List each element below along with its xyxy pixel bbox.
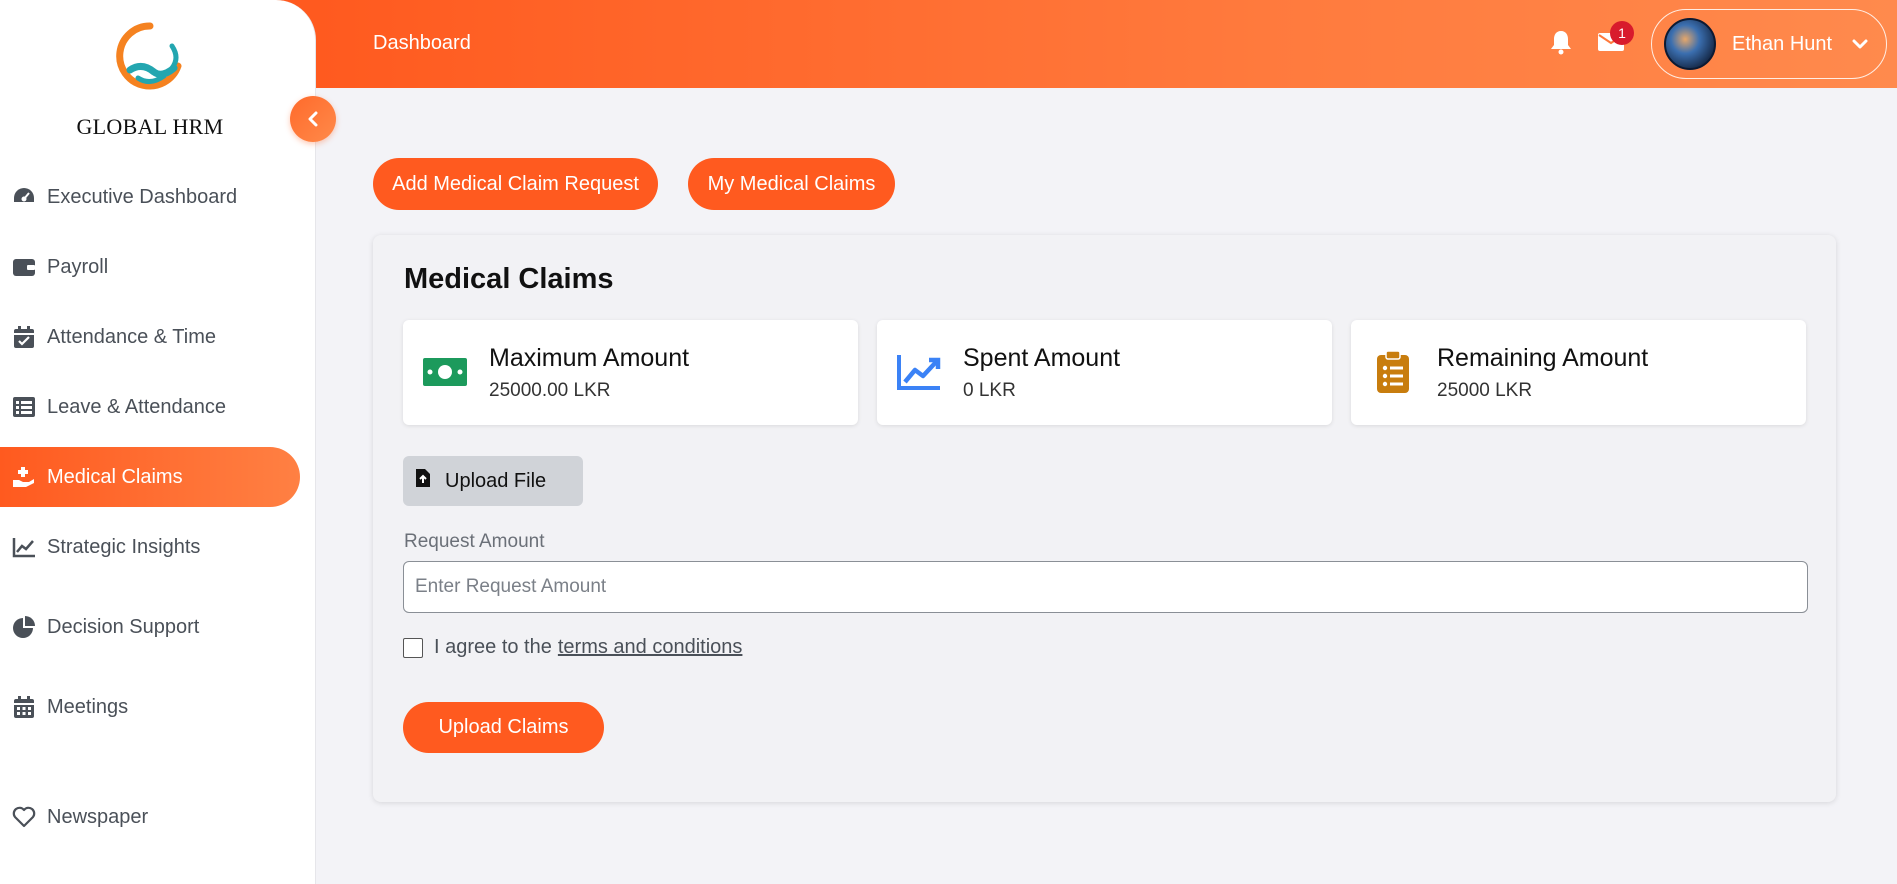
upload-file-label: Upload File	[445, 469, 547, 492]
mail-badge: 1	[1610, 21, 1634, 45]
sidebar-item-label: Leave & Attendance	[47, 395, 227, 418]
chart-line-icon	[12, 535, 36, 559]
heart-icon	[12, 805, 36, 829]
my-medical-claims-button[interactable]: My Medical Claims	[688, 158, 895, 210]
file-upload-icon	[415, 468, 431, 494]
add-medical-claim-button[interactable]: Add Medical Claim Request	[373, 158, 658, 210]
clipboard-list-icon	[1369, 350, 1417, 394]
stat-card-maximum: Maximum Amount 25000.00 LKR	[403, 320, 858, 425]
sidebar-item-executive-dashboard[interactable]: Executive Dashboard	[0, 167, 300, 227]
chart-pie-icon	[12, 615, 36, 639]
sidebar-item-label: Medical Claims	[47, 465, 183, 488]
sidebar-item-medical-claims[interactable]: Medical Claims	[0, 447, 300, 507]
money-bill-icon	[421, 350, 469, 394]
chart-line-icon	[895, 350, 943, 394]
sidebar-item-leave-attendance[interactable]: Leave & Attendance	[0, 377, 300, 437]
sidebar: GLOBAL HRM Executive Dashboard Payroll A…	[0, 0, 316, 884]
sidebar-item-label: Decision Support	[47, 615, 200, 638]
sidebar-item-label: Payroll	[47, 255, 109, 278]
sidebar-item-label: Attendance & Time	[47, 325, 216, 348]
sidebar-item-meetings[interactable]: Meetings	[0, 677, 300, 737]
gauge-icon	[12, 185, 36, 209]
sidebar-item-payroll[interactable]: Payroll	[0, 237, 300, 297]
stat-label: Maximum Amount	[489, 344, 690, 372]
stat-value: 25000 LKR	[1437, 380, 1533, 401]
request-amount-input[interactable]	[403, 561, 1808, 613]
sidebar-item-label: Strategic Insights	[47, 535, 201, 558]
handshake-logo	[116, 22, 182, 90]
top-header: Dashboard 1 Ethan Hunt	[276, 0, 1897, 88]
chevron-left-icon	[308, 111, 318, 127]
user-menu[interactable]: Ethan Hunt	[1651, 9, 1887, 79]
terms-agreement: I agree to the terms and conditions	[403, 636, 742, 659]
avatar	[1664, 18, 1716, 70]
brand: GLOBAL HRM	[0, 18, 300, 140]
stat-label: Remaining Amount	[1437, 344, 1649, 372]
agree-text: I agree to the	[434, 636, 552, 658]
calendar-check-icon	[12, 325, 36, 349]
upload-claims-button[interactable]: Upload Claims	[403, 702, 604, 753]
sidebar-item-decision-support[interactable]: Decision Support	[0, 597, 300, 657]
user-name: Ethan Hunt	[1732, 32, 1833, 55]
stat-value: 0 LKR	[963, 380, 1016, 401]
sidebar-item-strategic-insights[interactable]: Strategic Insights	[0, 517, 300, 577]
stat-label: Spent Amount	[963, 344, 1121, 372]
bell-icon[interactable]	[1549, 29, 1573, 60]
wallet-icon	[12, 255, 36, 279]
sidebar-item-attendance-time[interactable]: Attendance & Time	[0, 307, 300, 367]
sidebar-item-label: Meetings	[47, 695, 129, 718]
terms-checkbox[interactable]	[403, 637, 423, 658]
stat-card-remaining: Remaining Amount 25000 LKR	[1351, 320, 1806, 425]
medical-claims-card: Medical Claims Maximum Amount 25000.00 L…	[373, 235, 1836, 802]
upload-file-button[interactable]: Upload File	[403, 456, 583, 506]
section-title: Medical Claims	[404, 263, 614, 295]
list-icon	[12, 395, 36, 419]
chevron-down-icon	[1852, 39, 1868, 49]
sidebar-item-label: Newspaper	[47, 805, 149, 828]
brand-name: GLOBAL HRM	[76, 114, 224, 139]
calendar-icon	[12, 695, 36, 719]
sidebar-item-label: Executive Dashboard	[47, 185, 238, 208]
request-amount-label: Request Amount	[404, 531, 545, 552]
stat-card-spent: Spent Amount 0 LKR	[877, 320, 1332, 425]
sidebar-item-newspaper[interactable]: Newspaper	[0, 787, 300, 847]
stat-value: 25000.00 LKR	[489, 380, 611, 401]
hand-medical-icon	[12, 465, 36, 489]
sidebar-collapse-button[interactable]	[290, 96, 336, 142]
terms-link[interactable]: terms and conditions	[558, 636, 743, 659]
page-title: Dashboard	[373, 32, 471, 54]
